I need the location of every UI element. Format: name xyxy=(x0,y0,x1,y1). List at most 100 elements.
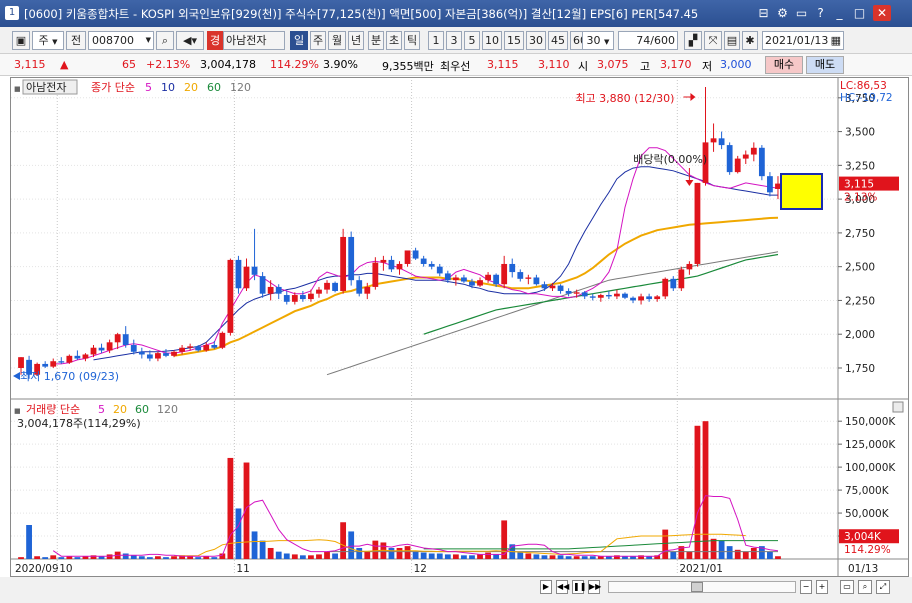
change-pct-tag-label: 2.13% xyxy=(844,192,877,204)
volume-bar xyxy=(557,555,564,559)
interval-button-30[interactable]: 30 xyxy=(526,31,546,50)
window-number-badge: 1 xyxy=(5,6,19,20)
interval-button-10[interactable]: 10 xyxy=(482,31,502,50)
legend-stock-name: 아남전자 xyxy=(26,81,66,94)
price-tick-label: 3,250 xyxy=(845,160,875,172)
volume-bar xyxy=(420,552,427,559)
period-tab-minute[interactable]: 분 xyxy=(368,31,384,50)
interval-button-3[interactable]: 3 xyxy=(446,31,462,50)
help-icon[interactable]: ? xyxy=(813,5,828,21)
settings-icon[interactable]: ⚙ xyxy=(775,5,790,21)
pause-icon[interactable]: ❚❚ xyxy=(572,580,586,594)
sell-button[interactable]: 매도 xyxy=(806,56,844,74)
period-select[interactable]: 주 ▼ xyxy=(32,31,64,50)
stock-code-input[interactable]: 008700 ▼ xyxy=(88,31,154,50)
volume-tick-label: 150,000K xyxy=(845,416,896,428)
count-input[interactable]: 74/600 xyxy=(618,31,678,50)
candle-body xyxy=(187,346,194,348)
zoom-in-icon[interactable]: + xyxy=(816,580,828,594)
interval-button-5[interactable]: 5 xyxy=(464,31,480,50)
candle-body xyxy=(203,345,210,351)
period-tab-tick[interactable]: 틱 xyxy=(404,31,420,50)
volume-bar xyxy=(324,551,330,559)
candle-body xyxy=(670,278,677,289)
chevron-down-icon: ▼ xyxy=(145,36,151,44)
candle-body xyxy=(130,345,137,352)
interval-button-15[interactable]: 15 xyxy=(504,31,524,50)
period-tab-week[interactable]: 주 xyxy=(310,31,326,50)
high-label: 고 xyxy=(640,60,651,73)
count-value: 74 xyxy=(636,34,651,47)
volume-bar xyxy=(356,547,363,559)
candle-body xyxy=(291,295,298,302)
date-value: 2021/01/13 xyxy=(765,34,829,47)
calendar-icon: ▦ xyxy=(830,34,841,47)
candle-body xyxy=(275,286,282,294)
volume-bar xyxy=(452,554,459,559)
period-tab-month[interactable]: 월 xyxy=(328,31,346,50)
volume-bar xyxy=(58,557,65,559)
dividend-annotation: 배당락(0.00%) xyxy=(633,153,707,166)
save-icon[interactable]: ▤ xyxy=(724,31,740,50)
date-input[interactable]: 2021/01/13 ▦ xyxy=(762,31,844,50)
compare-icon[interactable]: ▞ xyxy=(684,31,702,50)
candle-body xyxy=(638,296,644,301)
all-button[interactable]: 전 xyxy=(66,31,86,50)
interval-button-45[interactable]: 45 xyxy=(548,31,568,50)
volume-bar xyxy=(74,557,81,559)
candle-body xyxy=(573,292,580,294)
minimize-icon[interactable]: _ xyxy=(832,5,847,21)
candle-body xyxy=(42,363,49,367)
candle-body xyxy=(380,259,387,263)
candle-body xyxy=(163,353,169,356)
price-tick-label: 2,750 xyxy=(845,228,875,240)
zoom-slider-handle[interactable] xyxy=(691,582,703,592)
zoom-out-icon[interactable]: − xyxy=(800,580,812,594)
volume-bar xyxy=(404,546,411,559)
scroll-right-icon[interactable]: ▶ xyxy=(540,580,552,594)
candle-body xyxy=(694,182,701,264)
candle-body xyxy=(605,295,612,297)
low-label: 저 xyxy=(702,60,713,73)
fullscreen-icon[interactable]: ⤢ xyxy=(876,580,890,594)
candle-body xyxy=(235,259,242,289)
speaker-icon[interactable]: ◀▾ xyxy=(176,31,204,50)
candle-body xyxy=(622,293,628,298)
pin-icon[interactable]: ▭ xyxy=(794,5,809,21)
volume-bar xyxy=(42,557,49,559)
candle-body xyxy=(332,282,338,291)
best-ask-label: 최우선 xyxy=(440,60,471,73)
volume-bar xyxy=(235,508,242,559)
volume-bar xyxy=(412,551,419,559)
zoom-icon[interactable]: ⌕ xyxy=(858,580,872,594)
close-icon[interactable]: ✕ xyxy=(873,5,891,21)
candle-body xyxy=(98,347,105,351)
volume-bar xyxy=(211,557,218,559)
split-view-icon[interactable]: ▭ xyxy=(840,580,854,594)
restore-icon[interactable]: ⊟ xyxy=(756,5,771,21)
interval-input[interactable]: 30 ▼ xyxy=(582,31,614,50)
period-tab-day[interactable]: 일 xyxy=(290,31,308,50)
maximize-icon[interactable]: □ xyxy=(852,5,867,21)
search-icon[interactable]: ⌕ xyxy=(156,31,174,50)
layout-icon[interactable]: ▣ xyxy=(12,31,30,50)
period-tab-second[interactable]: 초 xyxy=(386,31,402,50)
period-tab-year[interactable]: 년 xyxy=(348,31,364,50)
tools-icon[interactable]: ⤧ xyxy=(704,31,722,50)
candle-body xyxy=(758,147,765,177)
zoom-slider[interactable] xyxy=(608,581,796,593)
change-arrow-icon: ▲ xyxy=(60,58,69,71)
change-value: 65 xyxy=(122,58,136,71)
stock-chart[interactable]: 1,7502,0002,2502,5002,7503,0003,2503,500… xyxy=(0,77,912,577)
candle-body xyxy=(138,351,145,355)
candle-body xyxy=(251,266,258,275)
candle-body xyxy=(106,342,113,351)
gear-icon[interactable]: ✱ xyxy=(742,31,758,50)
interval-button-1[interactable]: 1 xyxy=(428,31,444,50)
count-total: /600 xyxy=(650,34,675,47)
scroll-start-icon[interactable]: ◀◀ xyxy=(556,580,569,594)
buy-button[interactable]: 매수 xyxy=(765,56,803,74)
scroll-end-icon[interactable]: ▶▶ xyxy=(588,580,601,594)
change-percent: +2.13% xyxy=(146,58,191,71)
low-annotation: 최저 1,670 (09/23) xyxy=(20,370,119,383)
